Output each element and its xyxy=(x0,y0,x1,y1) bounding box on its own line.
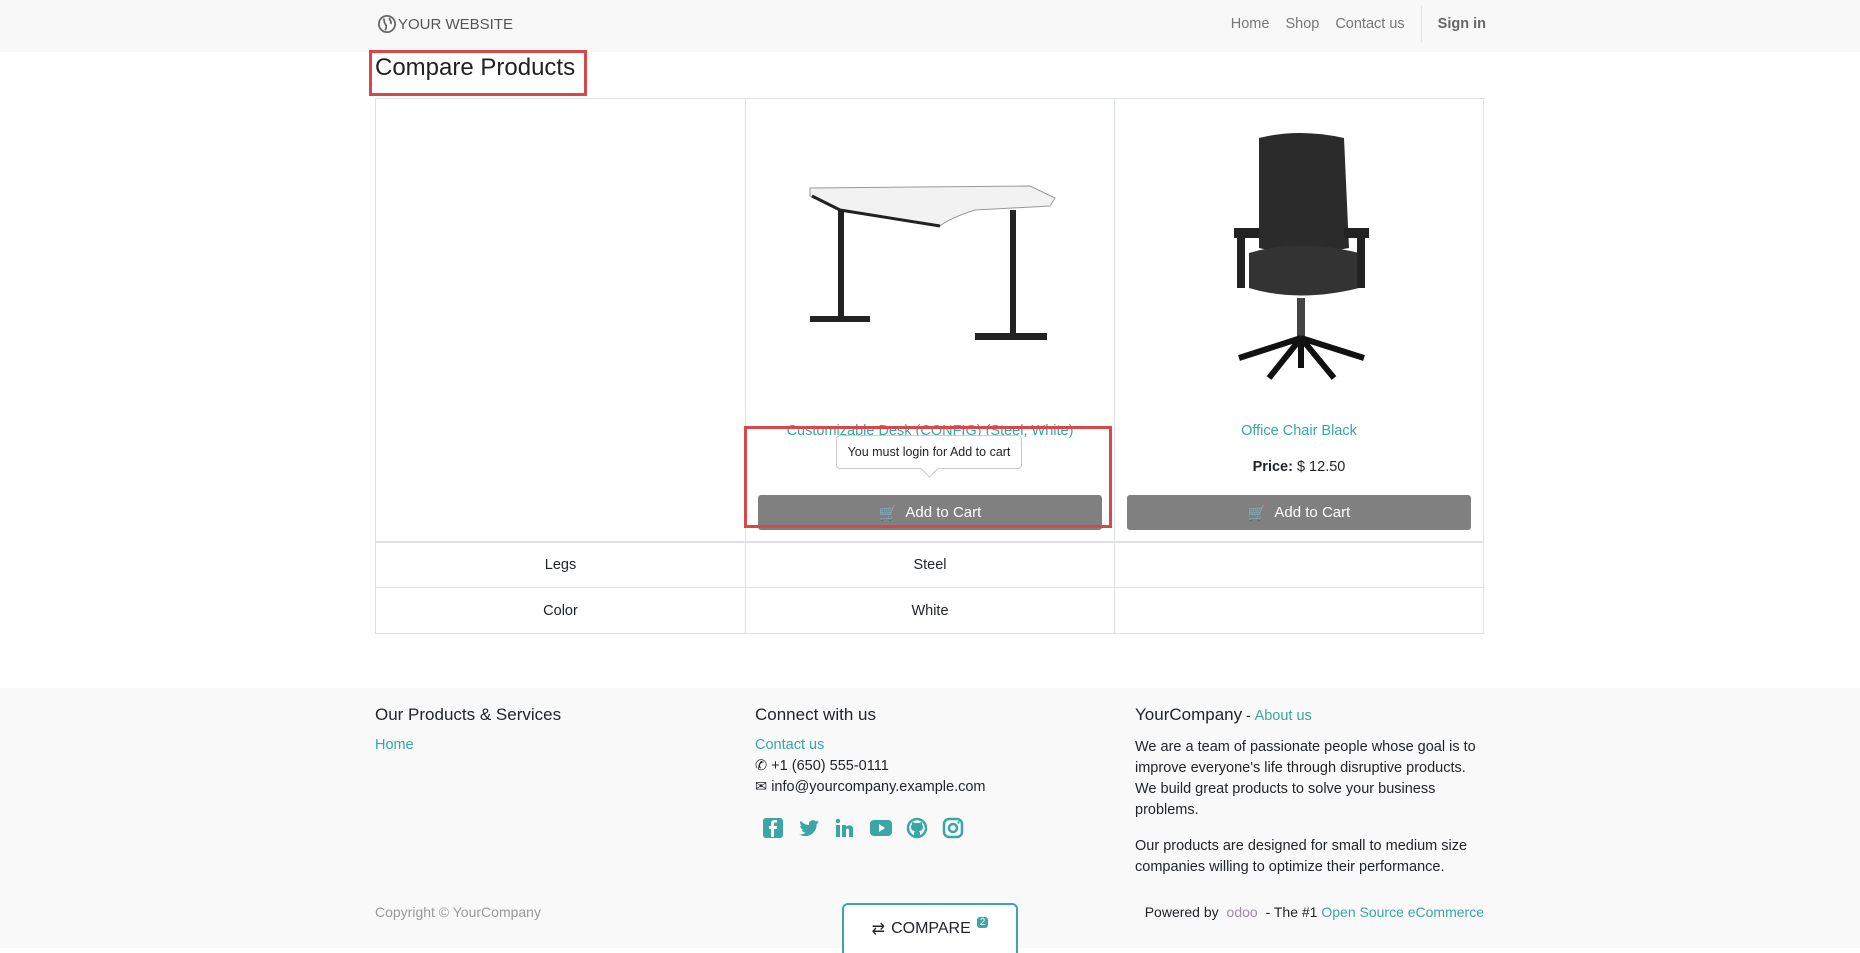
phone-icon: ✆ xyxy=(755,758,768,774)
attribute-value: White xyxy=(745,587,1115,634)
price: Price: $ 12.50 xyxy=(1252,459,1346,475)
facebook-icon[interactable] xyxy=(761,816,785,840)
linkedin-icon[interactable] xyxy=(833,816,857,840)
attribute-name: Color xyxy=(375,587,746,634)
nav-home[interactable]: Home xyxy=(1231,16,1270,42)
desk-image xyxy=(809,185,1056,340)
exchange-icon: ⇄ xyxy=(871,921,886,938)
brand-logo[interactable]: YOUR WEBSITE xyxy=(378,15,513,33)
footer-heading: Connect with us xyxy=(755,705,876,724)
cart-icon: 🛒 xyxy=(878,504,898,522)
attribute-name: Legs xyxy=(375,541,746,588)
footer-heading: Our Products & Services xyxy=(375,705,562,724)
add-to-cart-button[interactable]: 🛒 Add to Cart xyxy=(1127,495,1471,530)
navbar: YOUR WEBSITE Home Shop Contact us Sign i… xyxy=(0,0,1860,52)
about-us-link[interactable]: About us xyxy=(1255,708,1312,724)
globe-icon xyxy=(378,15,396,33)
cart-icon: 🛒 xyxy=(1247,504,1267,522)
product-image-desk[interactable] xyxy=(746,113,1114,403)
add-to-cart-button[interactable]: 🛒 Add to Cart xyxy=(758,495,1102,530)
footer-home-link[interactable]: Home xyxy=(375,737,414,753)
nav-contact[interactable]: Contact us xyxy=(1335,16,1404,42)
twitter-icon[interactable] xyxy=(797,816,821,840)
footer-heading: YourCompany xyxy=(1135,705,1243,724)
brand-name: YOUR WEBSITE xyxy=(398,15,514,33)
attribute-value xyxy=(1114,541,1484,588)
footer-contact-link[interactable]: Contact us xyxy=(755,737,824,753)
product-cell: Office Chair Black Price: $ 12.50 🛒 Add t… xyxy=(1114,98,1484,543)
attribute-value xyxy=(1114,587,1484,634)
youtube-icon[interactable] xyxy=(869,816,893,840)
attribute-value: Steel xyxy=(745,541,1115,588)
empty-cell xyxy=(375,98,746,543)
compare-count-badge: 2 xyxy=(976,916,989,928)
table-row: Color White xyxy=(375,587,1484,634)
footer: Our Products & Services Home Connect wit… xyxy=(0,688,1860,953)
product-link[interactable]: Office Chair Black xyxy=(1241,423,1357,439)
company-description: Our products are designed for small to m… xyxy=(1135,838,1468,875)
table-row: Legs Steel xyxy=(375,541,1484,588)
instagram-icon[interactable] xyxy=(941,816,965,840)
sign-in-link[interactable]: Sign in xyxy=(1438,16,1486,42)
github-icon[interactable] xyxy=(905,816,929,840)
product-image-chair[interactable] xyxy=(1115,113,1483,403)
divider xyxy=(1420,6,1422,42)
powered-by: Powered by odoo - The #1 Open Source eCo… xyxy=(1144,904,1484,920)
phone: +1 (650) 555-0111 xyxy=(771,758,889,774)
odoo-logo[interactable]: odoo xyxy=(1227,904,1258,920)
compare-table: Customizable Desk (CONFIG) (Steel, White… xyxy=(375,98,1484,634)
ecommerce-link[interactable]: Open Source eCommerce xyxy=(1321,904,1484,920)
page-title: Compare Products xyxy=(375,54,576,81)
nav-shop[interactable]: Shop xyxy=(1285,16,1319,42)
compare-button[interactable]: ⇄ COMPARE 2 xyxy=(842,903,1018,953)
copyright: Copyright © YourCompany xyxy=(375,904,541,920)
chair-image xyxy=(1234,133,1369,380)
login-tooltip: You must login for Add to cart xyxy=(836,435,1022,469)
company-description: We are a team of passionate people whose… xyxy=(1135,739,1476,818)
email: info@yourcompany.example.com xyxy=(771,779,986,795)
envelope-icon: ✉ xyxy=(755,779,768,795)
